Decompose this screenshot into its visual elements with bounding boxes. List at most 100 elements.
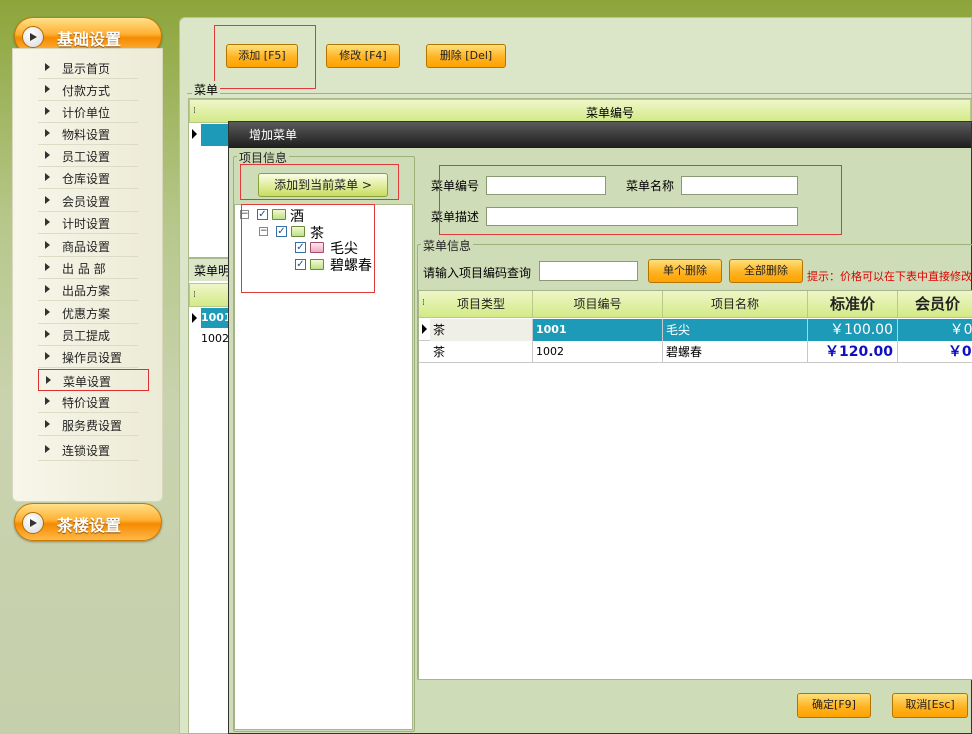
arrow-right-icon [45, 241, 50, 249]
arrow-right-icon [46, 376, 51, 384]
price-hint: 提示：价格可以在下表中直接修改 [807, 270, 972, 283]
arrow-right-icon [45, 330, 50, 338]
sidebar-item[interactable]: 会员设置 [38, 190, 138, 212]
sidebar-item[interactable]: 连锁设置 [38, 439, 138, 461]
arrow-right-icon [45, 308, 50, 316]
sidebar-item-label: 计时设置 [62, 217, 111, 231]
arrow-right-icon [45, 285, 50, 293]
sidebar-item-label: 显示首页 [62, 62, 111, 76]
column-header: 菜单编号 [586, 106, 635, 120]
sidebar-item-label: 会员设置 [62, 195, 111, 209]
table-row[interactable]: 茶 1001 毛尖 ￥100.00 ￥0. [419, 319, 972, 341]
highlight-box [214, 25, 316, 89]
detail-row[interactable]: 1001 [201, 308, 232, 328]
table-row[interactable]: 茶 1002 碧螺春 ￥120.00 ￥0. [419, 341, 972, 363]
sidebar-item-label: 员工设置 [62, 150, 111, 164]
search-input[interactable] [539, 261, 638, 281]
arrow-right-icon [45, 397, 50, 405]
cell-member-price[interactable]: ￥0. [898, 319, 972, 341]
sidebar-item-label: 出 品 部 [62, 262, 106, 276]
sidebar-item-label: 物料设置 [62, 128, 111, 142]
delete-button[interactable]: 删除 [Del] [426, 44, 506, 68]
menu-group-title: 菜单 [192, 81, 221, 98]
column-header-std-price[interactable]: 标准价 [808, 291, 898, 317]
cell-code[interactable]: 1002 [533, 341, 663, 363]
sidebar-item-label: 仓库设置 [62, 172, 111, 186]
cell-member-price[interactable]: ￥0. [898, 341, 972, 363]
expand-arrow-icon [22, 26, 44, 48]
menu-items-grid: ⁞ 项目类型 项目编号 项目名称 标准价 会员价 茶 1001 毛尖 ￥100.… [418, 290, 972, 680]
expand-arrow-icon [22, 512, 44, 534]
cancel-button[interactable]: 取消[Esc] [892, 693, 968, 718]
detail-row[interactable]: 1002 [201, 329, 231, 349]
sidebar-item-label: 操作员设置 [62, 351, 123, 365]
menu-info-title: 菜单信息 [421, 237, 474, 254]
add-menu-dialog: 增加菜单 项目信息 添加到当前菜单 > − ✓ 酒 − ✓ 茶 ✓ 毛尖 ✓ 碧… [228, 121, 972, 734]
sidebar-item[interactable]: 计价单位 [38, 101, 138, 123]
sidebar-item-label: 连锁设置 [62, 444, 111, 458]
sidebar-item[interactable]: 优惠方案 [38, 302, 138, 324]
arrow-right-icon [45, 218, 50, 226]
sidebar-item-label: 服务费设置 [62, 419, 123, 433]
sidebar-item[interactable]: 员工设置 [38, 145, 138, 167]
column-header-type[interactable]: 项目类型 [430, 291, 533, 317]
arrow-right-icon [45, 129, 50, 137]
cell-name[interactable]: 碧螺春 [663, 341, 808, 363]
sidebar-item[interactable]: 操作员设置 [38, 346, 138, 368]
sidebar-item[interactable]: 特价设置 [38, 391, 138, 413]
cell-name[interactable]: 毛尖 [663, 319, 808, 341]
row-pointer-icon [192, 313, 197, 323]
cell-code[interactable]: 1001 [533, 319, 663, 341]
category-label: 茶楼设置 [57, 516, 122, 535]
grid-handle-icon: ⁞ [422, 298, 425, 308]
arrow-right-icon [45, 420, 50, 428]
arrow-right-icon [45, 263, 50, 271]
row-pointer-icon [192, 129, 197, 139]
arrow-right-icon [45, 445, 50, 453]
column-header-member-price[interactable]: 会员价 [898, 291, 972, 317]
confirm-button[interactable]: 确定[F9] [797, 693, 871, 718]
sidebar-item[interactable]: 出品方案 [38, 279, 138, 301]
sidebar-item[interactable]: 显示首页 [38, 57, 138, 79]
sidebar-item[interactable]: 付款方式 [38, 79, 138, 101]
cell-std-price[interactable]: ￥100.00 [808, 319, 898, 341]
sidebar-item[interactable]: 仓库设置 [38, 167, 138, 189]
cell-type[interactable]: 茶 [430, 319, 533, 341]
arrow-right-icon [45, 151, 50, 159]
highlight-box [241, 204, 375, 293]
delete-all-button[interactable]: 全部删除 [729, 259, 803, 283]
detail-group-title: 菜单明 [194, 264, 231, 278]
grid-handle-icon: ⁞ [193, 106, 196, 116]
arrow-right-icon [45, 196, 50, 204]
grid-handle-icon: ⁞ [193, 290, 196, 300]
sidebar-item[interactable]: 物料设置 [38, 123, 138, 145]
column-header-code[interactable]: 项目编号 [533, 291, 663, 317]
sidebar-item-label: 特价设置 [62, 396, 111, 410]
arrow-right-icon [45, 107, 50, 115]
dialog-title: 增加菜单 [229, 122, 971, 148]
edit-button[interactable]: 修改 [F4] [326, 44, 400, 68]
menu-items-header: ⁞ 项目类型 项目编号 项目名称 标准价 会员价 [419, 291, 972, 318]
sidebar-item[interactable]: 菜单设置 [38, 369, 149, 391]
menu-group-border [187, 93, 972, 94]
sidebar-item-label: 员工提成 [62, 329, 111, 343]
sidebar-item-label: 商品设置 [62, 240, 111, 254]
sidebar-item-label: 菜单设置 [63, 375, 112, 389]
column-header-name[interactable]: 项目名称 [663, 291, 808, 317]
sidebar-item-label: 计价单位 [62, 106, 111, 120]
arrow-right-icon [45, 173, 50, 181]
sidebar-item[interactable]: 服务费设置 [38, 414, 138, 436]
cell-std-price[interactable]: ￥120.00 [808, 341, 898, 363]
category-teahouse-settings[interactable]: 茶楼设置 [14, 503, 162, 541]
cell-type[interactable]: 茶 [430, 341, 533, 363]
sidebar-item[interactable]: 出 品 部 [38, 257, 138, 279]
row-pointer-icon [422, 324, 427, 334]
delete-one-button[interactable]: 单个删除 [648, 259, 722, 283]
menu-grid-header: ⁞ 菜单编号 [189, 99, 971, 123]
arrow-right-icon [45, 63, 50, 71]
arrow-right-icon [45, 85, 50, 93]
sidebar-item[interactable]: 员工提成 [38, 324, 138, 346]
highlight-box [240, 164, 399, 200]
sidebar-item[interactable]: 商品设置 [38, 235, 138, 257]
sidebar-item[interactable]: 计时设置 [38, 212, 138, 234]
